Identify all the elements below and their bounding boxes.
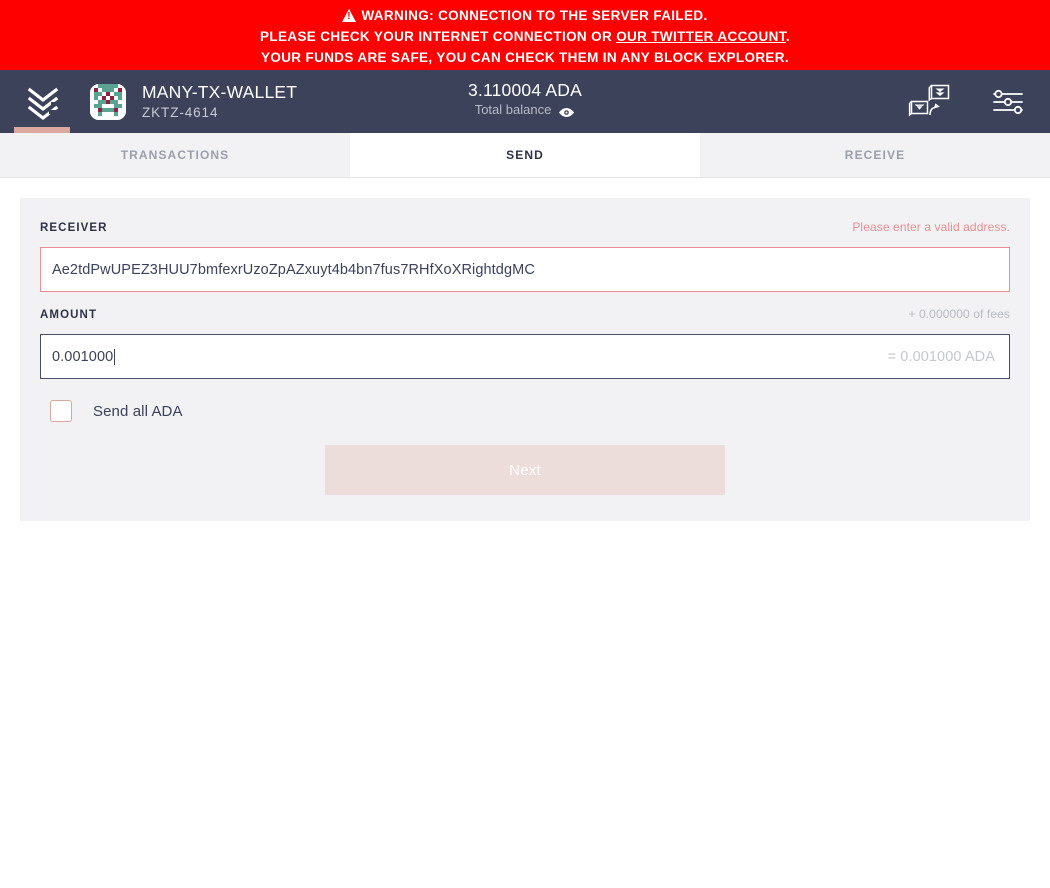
wallet-identicon xyxy=(90,83,126,120)
amount-field-group: AMOUNT + 0.000000 of fees 0.001000 = 0.0… xyxy=(40,307,1010,379)
server-connection-warning-banner: WARNING: CONNECTION TO THE SERVER FAILED… xyxy=(0,0,1050,70)
eye-icon[interactable] xyxy=(558,105,575,117)
receiver-input-value: Ae2tdPwUPEZ3HUU7bmfexrUzoZpAZxuyt4b4bn7f… xyxy=(52,261,535,278)
switch-wallet-icon xyxy=(908,84,950,117)
switch-wallet-button[interactable] xyxy=(908,80,952,124)
amount-converted-value: = 0.001000 ADA xyxy=(887,348,995,365)
wallet-tabs: TRANSACTIONS SEND RECEIVE xyxy=(0,133,1050,178)
tab-receive[interactable]: RECEIVE xyxy=(700,133,1050,177)
chevrons-down-logo-icon xyxy=(27,87,59,120)
tab-send[interactable]: SEND xyxy=(350,133,700,177)
warning-line-1-text: WARNING: CONNECTION TO THE SERVER FAILED… xyxy=(361,8,708,23)
amount-input[interactable]: 0.001000 = 0.001000 ADA xyxy=(40,334,1010,379)
next-button[interactable]: Next xyxy=(325,445,725,495)
send-form-panel: RECEIVER Please enter a valid address. A… xyxy=(20,198,1030,521)
receiver-error-message: Please enter a valid address. xyxy=(852,220,1010,234)
warning-line-2: PLEASE CHECK YOUR INTERNET CONNECTION OR… xyxy=(0,26,1050,47)
warning-line-3: YOUR FUNDS ARE SAFE, YOU CAN CHECK THEM … xyxy=(261,50,789,65)
receiver-input[interactable]: Ae2tdPwUPEZ3HUU7bmfexrUzoZpAZxuyt4b4bn7f… xyxy=(40,247,1010,292)
amount-fees-hint: + 0.000000 of fees xyxy=(908,307,1010,321)
send-all-ada-row[interactable]: Send all ADA xyxy=(40,400,183,422)
app-logo-button[interactable] xyxy=(0,70,86,133)
header-actions xyxy=(908,70,1030,133)
wallet-summary[interactable]: MANY-TX-WALLET ZKTZ-4614 xyxy=(90,82,297,122)
receiver-field-header: RECEIVER Please enter a valid address. xyxy=(40,220,1010,240)
warning-line-1: WARNING: CONNECTION TO THE SERVER FAILED… xyxy=(0,5,1050,26)
active-nav-accent-bar xyxy=(14,127,70,133)
amount-field-header: AMOUNT + 0.000000 of fees xyxy=(40,307,1010,327)
tab-transactions[interactable]: TRANSACTIONS xyxy=(0,133,350,177)
send-all-ada-checkbox[interactable] xyxy=(50,400,72,422)
next-button-wrapper: Next xyxy=(40,445,1010,495)
text-cursor xyxy=(114,348,116,365)
warning-line-2-suffix: . xyxy=(785,29,790,44)
amount-label: AMOUNT xyxy=(40,309,98,321)
app-header: MANY-TX-WALLET ZKTZ-4614 3.110004 ADA To… xyxy=(0,70,1050,133)
amount-input-value: 0.001000 xyxy=(52,348,114,365)
warning-line-2-prefix: PLEASE CHECK YOUR INTERNET CONNECTION OR xyxy=(260,29,617,44)
wallet-text-block: MANY-TX-WALLET ZKTZ-4614 xyxy=(142,82,297,122)
wallet-name: MANY-TX-WALLET xyxy=(142,81,298,102)
total-balance-label: Total balance xyxy=(474,102,552,117)
wallet-id: ZKTZ-4614 xyxy=(142,104,219,120)
settings-sliders-icon xyxy=(993,89,1023,114)
total-balance-label-row: Total balance xyxy=(475,101,576,119)
twitter-account-link[interactable]: OUR TWITTER ACCOUNT xyxy=(616,29,786,44)
send-all-ada-label: Send all ADA xyxy=(93,402,183,420)
receiver-label: RECEIVER xyxy=(40,222,108,234)
warning-triangle-icon xyxy=(342,9,357,22)
settings-button[interactable] xyxy=(986,80,1030,124)
